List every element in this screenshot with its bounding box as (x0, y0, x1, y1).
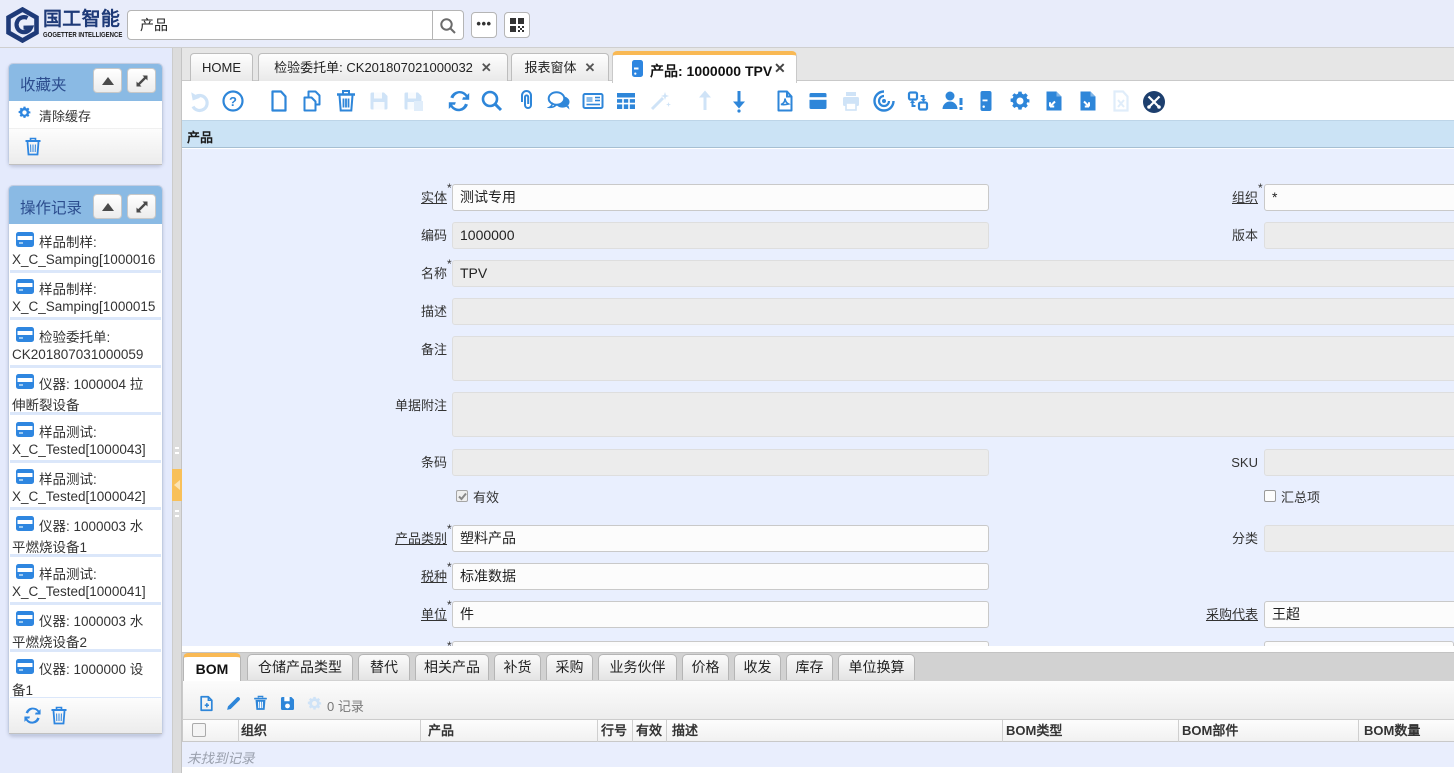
svg-text:?: ? (229, 94, 237, 109)
